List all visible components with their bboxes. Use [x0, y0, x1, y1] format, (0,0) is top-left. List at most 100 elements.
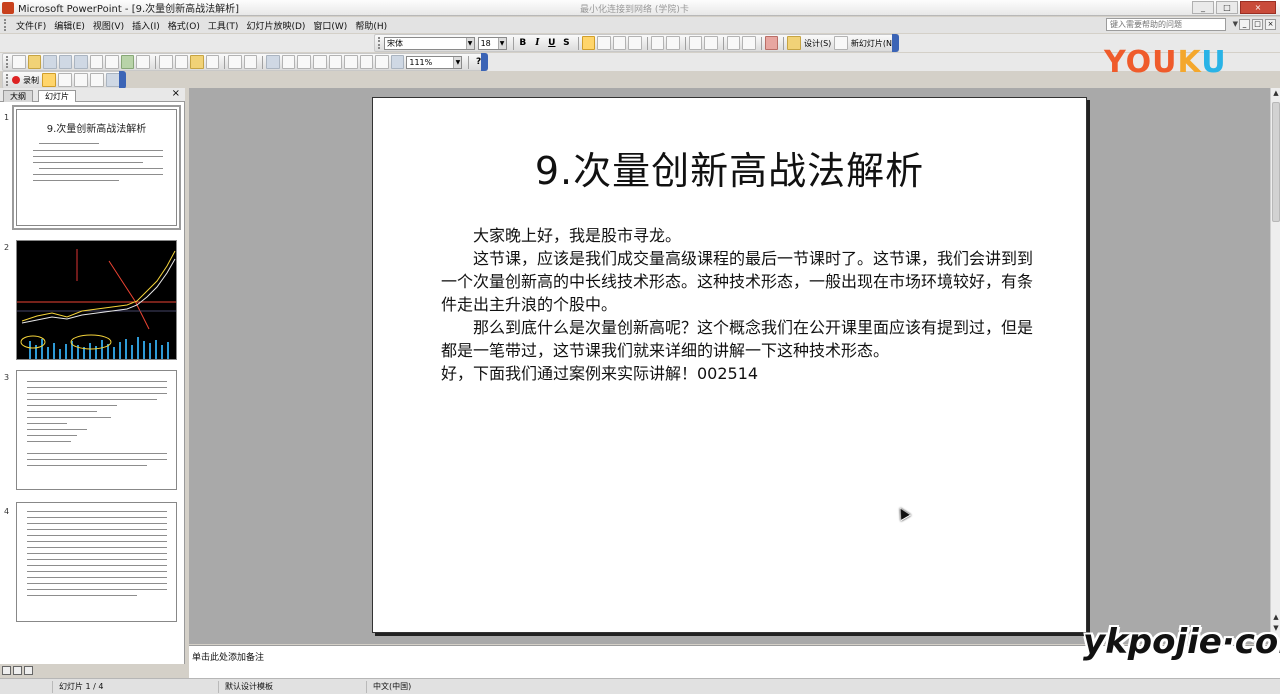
new-slide-button[interactable]: 新幻灯片(N): [851, 38, 895, 49]
justify-icon[interactable]: [628, 36, 642, 50]
numbering-icon[interactable]: [650, 36, 665, 50]
increase-font-icon[interactable]: [688, 36, 703, 50]
menu-help[interactable]: 帮助(H): [355, 19, 387, 32]
scroll-up-icon[interactable]: ▲: [1271, 88, 1280, 98]
open-folder-icon[interactable]: [27, 55, 42, 69]
tables-borders-icon[interactable]: [297, 55, 311, 69]
menu-insert[interactable]: 插入(I): [132, 19, 160, 32]
insert-hyperlink-icon[interactable]: [313, 55, 327, 69]
doc-minimize-button[interactable]: _: [1239, 19, 1250, 30]
toolbar-options-handle[interactable]: [481, 53, 488, 71]
close-button[interactable]: ×: [1240, 1, 1276, 14]
redo-icon[interactable]: [243, 55, 258, 69]
slide-sorter-icon[interactable]: [13, 666, 22, 675]
show-grid-icon[interactable]: [375, 55, 389, 69]
help-circle-icon[interactable]: [106, 73, 120, 87]
scrollbar-thumb[interactable]: [1272, 102, 1280, 222]
align-left-icon[interactable]: [581, 36, 596, 50]
toolbar-options-handle[interactable]: [119, 71, 126, 89]
pane-tabs: 大纲 幻灯片 ×: [0, 88, 185, 102]
thumbnail-text-line: [27, 589, 167, 590]
new-document-icon[interactable]: [11, 55, 26, 69]
bold-button[interactable]: B: [517, 38, 530, 48]
tab-outline[interactable]: 大纲: [3, 90, 33, 102]
maximize-button[interactable]: □: [1216, 1, 1238, 14]
toolbar-grip[interactable]: [6, 74, 9, 86]
color-grayscale-icon[interactable]: [390, 55, 405, 69]
underline-button[interactable]: U: [546, 38, 559, 48]
decrease-font-icon[interactable]: [704, 36, 718, 50]
slide-thumbnail-2[interactable]: [16, 240, 177, 360]
close-pane-icon[interactable]: ×: [172, 88, 180, 99]
undo-icon[interactable]: [228, 55, 242, 69]
toolbar-grip[interactable]: [378, 37, 381, 49]
vertical-scrollbar[interactable]: ▲ ▲ ▼ ▼: [1270, 88, 1280, 644]
camera-icon[interactable]: [58, 73, 72, 87]
body-paragraph: 那么到底什么是次量创新高呢？这个概念我们在公开课里面应该有提到过，但是都是一笔带…: [441, 318, 1034, 360]
menu-format[interactable]: 格式(O): [168, 19, 200, 32]
align-right-icon[interactable]: [612, 36, 627, 50]
slideshow-view-icon[interactable]: [24, 666, 33, 675]
thumbnail-text-line: [27, 411, 97, 412]
print-icon[interactable]: [89, 55, 104, 69]
separator: [262, 55, 264, 69]
slide-thumbnail-3[interactable]: [16, 370, 177, 490]
toolbar-options-handle[interactable]: [892, 34, 899, 52]
print-preview-icon[interactable]: [105, 55, 119, 69]
menu-slideshow[interactable]: 幻灯片放映(D): [246, 19, 305, 32]
menu-view[interactable]: 视图(V): [93, 19, 124, 32]
italic-button[interactable]: I: [531, 38, 544, 48]
menu-file[interactable]: 文件(F): [16, 19, 46, 32]
spelling-icon[interactable]: [120, 55, 135, 69]
menu-edit[interactable]: 编辑(E): [54, 19, 85, 32]
insert-chart-icon[interactable]: [266, 55, 280, 69]
shadow-button[interactable]: S: [560, 38, 573, 48]
insert-picture-icon[interactable]: [328, 55, 343, 69]
increase-indent-icon[interactable]: [742, 36, 756, 50]
show-formatting-icon[interactable]: [359, 55, 374, 69]
doc-restore-button[interactable]: □: [1252, 19, 1263, 30]
font-color-icon[interactable]: [764, 36, 779, 50]
menu-grip[interactable]: [4, 19, 8, 31]
font-size-select[interactable]: 18 ▼: [477, 36, 507, 50]
menu-window[interactable]: 窗口(W): [313, 19, 347, 32]
design-button[interactable]: 设计(S): [804, 38, 831, 49]
zoom-select[interactable]: 111% ▼: [406, 55, 463, 69]
slide-thumbnail-1[interactable]: 9.次量创新高战法解析: [12, 105, 181, 230]
pen-tool-icon[interactable]: [42, 73, 56, 87]
presentation-icon[interactable]: [74, 73, 88, 87]
format-painter-icon[interactable]: [205, 55, 220, 69]
help-search-input[interactable]: [1106, 18, 1226, 31]
cut-icon[interactable]: [159, 55, 173, 69]
normal-view-icon[interactable]: [2, 666, 11, 675]
previous-slide-icon[interactable]: ▲: [1271, 612, 1280, 622]
save-icon[interactable]: [43, 55, 57, 69]
insert-table-icon[interactable]: [281, 55, 296, 69]
slide-title[interactable]: 9.次量创新高战法解析: [373, 140, 1086, 195]
record-button[interactable]: 录制: [23, 75, 39, 86]
minimize-button[interactable]: _: [1192, 1, 1214, 14]
toolbar-row-3: 录制: [0, 71, 1280, 89]
powerpoint-app-icon[interactable]: [2, 1, 14, 14]
permission-icon[interactable]: [58, 55, 73, 69]
help-dropdown-icon[interactable]: ▼: [1233, 20, 1238, 28]
tab-slides[interactable]: 幻灯片: [38, 90, 76, 102]
doc-close-button[interactable]: ×: [1265, 19, 1276, 30]
menu-tools[interactable]: 工具(T): [208, 19, 239, 32]
current-slide[interactable]: 9.次量创新高战法解析 大家晚上好，我是股市寻龙。 这节课，应该是我们成交量高级…: [372, 97, 1087, 633]
copy-icon[interactable]: [174, 55, 189, 69]
slide-body-text[interactable]: 大家晚上好，我是股市寻龙。 这节课，应该是我们成交量高级课程的最后一节课时了。这…: [441, 224, 1037, 385]
research-icon[interactable]: [136, 55, 151, 69]
font-name-select[interactable]: 宋体 ▼: [383, 36, 475, 50]
toolbar-row-2: 111% ▼ ?: [0, 53, 1280, 71]
paste-icon[interactable]: [190, 55, 204, 69]
align-center-icon[interactable]: [597, 36, 611, 50]
toolbar-grip[interactable]: [6, 56, 9, 68]
export-icon[interactable]: [90, 73, 104, 87]
expand-all-icon[interactable]: [344, 55, 358, 69]
notes-placeholder: 单击此处添加备注: [192, 653, 265, 663]
slide-thumbnail-4[interactable]: [16, 502, 177, 622]
bullets-icon[interactable]: [666, 36, 680, 50]
email-icon[interactable]: [74, 55, 88, 69]
decrease-indent-icon[interactable]: [726, 36, 741, 50]
